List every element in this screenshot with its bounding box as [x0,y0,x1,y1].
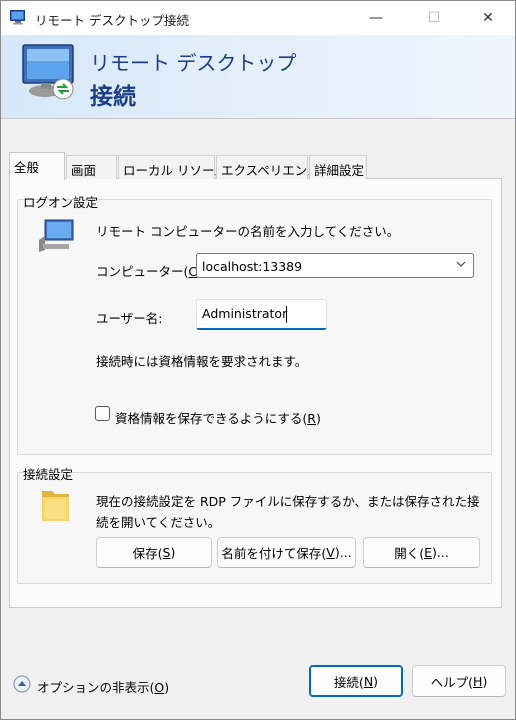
chevron-up-circle-icon[interactable] [13,675,31,693]
save-credentials-label[interactable]: 資格情報を保存できるようにする(R) [115,408,321,427]
window-title: リモート デスクトップ接続 [35,13,189,28]
banner-divider [1,118,515,119]
logon-settings-title: ログオン設定 [23,195,99,210]
banner-title-line1: リモート デスクトップ [90,51,297,75]
logon-instruction-text: リモート コンピューターの名前を入力してください。 [96,224,400,239]
username-value: Administrator [202,306,288,321]
open-button[interactable]: 開く(E)... [363,537,480,568]
maximize-button[interactable]: ☐ [411,1,457,35]
username-label: ユーザー名: [96,311,163,326]
computer-combobox[interactable]: localhost:13389 [196,253,474,278]
connection-text-line1: 現在の接続設定を RDP ファイルに保存するか、または保存された接 [96,494,480,509]
text-caret [286,306,287,323]
tab-general[interactable]: 全般 [9,152,65,180]
minimize-icon: — [369,10,383,26]
folder-icon [42,491,69,521]
header-banner: リモート デスクトップ 接続 [1,35,515,118]
rdp-window: リモート デスクトップ接続 — ☐ ✕ リモート デスクトップ 接続 全般 画面… [0,0,516,720]
connect-button[interactable]: 接続(N) [309,665,403,697]
chevron-down-icon[interactable] [455,257,467,271]
banner-title-line2: 接続 [90,84,136,110]
save-button[interactable]: 保存(S) [96,537,212,568]
hide-options-link[interactable]: オプションの非表示(O) [37,677,169,696]
help-button[interactable]: ヘルプ(H) [412,665,506,697]
tab-local-resources[interactable]: ローカル リソース [118,155,226,179]
tab-advanced[interactable]: 詳細設定 [309,155,367,179]
remote-desktop-app-icon [10,10,25,25]
remote-desktop-monitor-icon [22,44,74,100]
computer-value: localhost:13389 [202,259,303,274]
save-credentials-checkbox[interactable] [95,406,110,421]
computer-icon [39,219,74,252]
connection-text-line2: 続を開いてください。 [96,515,221,530]
minimize-button[interactable]: — [353,1,399,35]
connection-settings-title: 接続設定 [23,467,74,482]
username-input[interactable]: Administrator [196,299,327,330]
maximize-icon: ☐ [427,10,441,26]
credential-note: 接続時には資格情報を要求されます。 [96,354,308,369]
close-button[interactable]: ✕ [465,1,511,35]
close-icon: ✕ [482,10,494,26]
tab-display[interactable]: 画面 [66,155,117,179]
tab-experience[interactable]: エクスペリエンス [216,155,320,179]
save-as-button[interactable]: 名前を付けて保存(V)... [217,537,356,568]
title-bar: リモート デスクトップ接続 — ☐ ✕ [1,1,515,35]
computer-label: コンピューター(C): [96,264,206,279]
